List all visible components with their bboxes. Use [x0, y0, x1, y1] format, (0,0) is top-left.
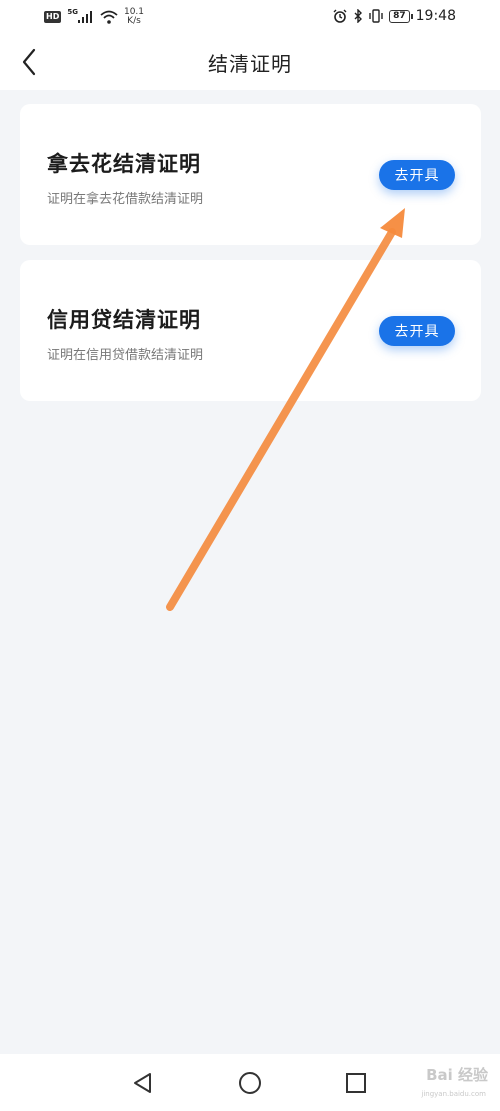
- hd-badge: HD: [44, 11, 62, 23]
- clock: 19:48: [415, 8, 456, 24]
- card-title: 拿去花结清证明: [47, 152, 201, 176]
- circle-home-icon: [239, 1072, 261, 1094]
- network-type: 5G: [67, 8, 78, 16]
- triangle-back-icon: [134, 1073, 151, 1093]
- speed-unit: K/s: [127, 16, 141, 26]
- page-title: 结清证明: [208, 52, 292, 76]
- issue-certificate-button[interactable]: 去开具: [379, 160, 455, 190]
- card-subtitle: 证明在拿去花借款结清证明: [47, 192, 204, 207]
- status-right-group: 87 19:48: [333, 8, 456, 24]
- status-left-group: HD 5G 10.1 K/s: [44, 8, 144, 26]
- card-naquhua-settlement: 拿去花结清证明 证明在拿去花借款结清证明 去开具: [20, 104, 481, 245]
- system-navigation-bar: Bai 经验 jingyan.baidu.com: [0, 1054, 500, 1111]
- system-recents-button[interactable]: [343, 1070, 369, 1096]
- watermark-text: Bai 经验: [426, 1066, 488, 1084]
- status-bar: HD 5G 10.1 K/s 87 19:48: [0, 0, 500, 34]
- wifi-icon: [100, 10, 118, 24]
- watermark-subtext: jingyan.baidu.com: [421, 1090, 486, 1098]
- network-speed: 10.1 K/s: [124, 8, 144, 26]
- card-title: 信用贷结清证明: [47, 308, 201, 332]
- card-subtitle: 证明在信用贷借款结清证明: [47, 348, 204, 363]
- signal-icon: [77, 11, 92, 23]
- system-home-button[interactable]: [237, 1070, 263, 1096]
- card-credit-loan-settlement: 信用贷结清证明 证明在信用贷借款结清证明 去开具: [20, 260, 481, 401]
- vibrate-icon: [369, 9, 383, 23]
- system-back-button[interactable]: [130, 1070, 156, 1096]
- square-recents-icon: [346, 1073, 366, 1093]
- header-bar: 结清证明: [0, 34, 500, 90]
- alarm-icon: [333, 9, 347, 23]
- bluetooth-icon: [354, 9, 363, 23]
- battery-indicator: 87: [389, 9, 413, 23]
- issue-certificate-button[interactable]: 去开具: [379, 316, 455, 346]
